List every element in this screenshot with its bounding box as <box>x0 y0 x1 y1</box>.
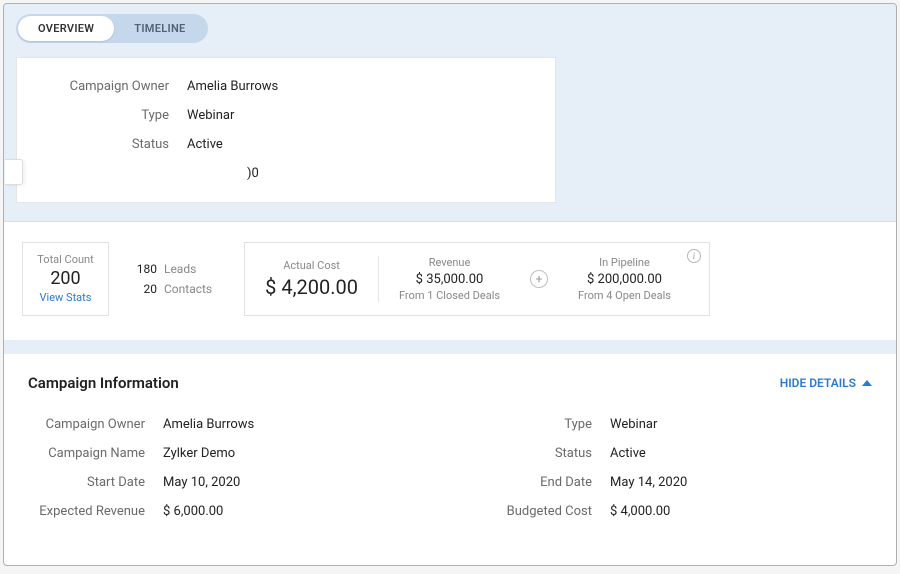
tab-bar: OVERVIEW TIMELINE <box>16 14 208 43</box>
total-count-value: 200 <box>37 268 94 289</box>
plus-icon: + <box>530 270 548 288</box>
actual-cost-value: $ 4,200.00 <box>265 275 358 299</box>
revenue-sub: From 1 Closed Deals <box>399 289 500 302</box>
leads-contacts-box: 180 Leads 20 Contacts <box>123 242 220 316</box>
total-count-box: Total Count 200 View Stats <box>22 242 109 316</box>
summary-status-value: Active <box>187 137 223 152</box>
revenue-label: Revenue <box>399 256 500 269</box>
summary-extra-value: )0 <box>187 166 259 181</box>
info-exprev-label: Expected Revenue <box>28 504 163 519</box>
revenue-value: $ 35,000.00 <box>399 272 500 287</box>
summary-card: Campaign Owner Amelia Burrows Type Webin… <box>16 57 556 203</box>
info-owner-value: Amelia Burrows <box>163 417 254 432</box>
info-type-value: Webinar <box>610 417 657 432</box>
total-count-label: Total Count <box>37 253 94 266</box>
leads-count: 180 <box>131 262 157 276</box>
info-icon[interactable]: i <box>687 249 701 263</box>
info-name-value: Zylker Demo <box>163 446 235 461</box>
info-budget-label: Budgeted Cost <box>450 504 610 519</box>
summary-type-label: Type <box>17 108 187 123</box>
info-type-label: Type <box>450 417 610 432</box>
summary-status-label: Status <box>17 137 187 152</box>
info-name-label: Campaign Name <box>28 446 163 461</box>
pipeline-value: $ 200,000.00 <box>578 272 671 287</box>
left-edge-tab[interactable] <box>5 159 23 185</box>
chevron-up-icon <box>862 380 872 386</box>
section-title: Campaign Information <box>28 374 179 392</box>
gap-band <box>4 340 896 354</box>
tab-overview[interactable]: OVERVIEW <box>18 16 114 41</box>
info-status-label: Status <box>450 446 610 461</box>
contacts-label: Contacts <box>164 282 212 296</box>
info-exprev-value: $ 6,000.00 <box>163 504 223 519</box>
tab-timeline[interactable]: TIMELINE <box>114 16 205 41</box>
pipeline-label: In Pipeline <box>578 256 671 269</box>
info-status-value: Active <box>610 446 646 461</box>
pipeline-sub: From 4 Open Deals <box>578 289 671 302</box>
actual-cost-label: Actual Cost <box>265 259 358 272</box>
contacts-count: 20 <box>131 282 157 296</box>
info-budget-value: $ 4,000.00 <box>610 504 670 519</box>
view-stats-link[interactable]: View Stats <box>37 291 94 304</box>
summary-type-value: Webinar <box>187 108 234 123</box>
hide-details-label: HIDE DETAILS <box>780 376 856 390</box>
summary-extra-label <box>17 166 187 181</box>
metrics-area: Total Count 200 View Stats 180 Leads 20 … <box>4 221 896 340</box>
summary-owner-value: Amelia Burrows <box>187 79 278 94</box>
leads-label: Leads <box>164 262 196 276</box>
stats-group: Actual Cost $ 4,200.00 Revenue $ 35,000.… <box>244 242 710 316</box>
info-owner-label: Campaign Owner <box>28 417 163 432</box>
summary-owner-label: Campaign Owner <box>17 79 187 94</box>
campaign-info-section: Campaign Information HIDE DETAILS Campai… <box>4 354 896 546</box>
info-start-value: May 10, 2020 <box>163 475 240 490</box>
info-end-label: End Date <box>450 475 610 490</box>
info-start-label: Start Date <box>28 475 163 490</box>
info-end-value: May 14, 2020 <box>610 475 687 490</box>
hide-details-toggle[interactable]: HIDE DETAILS <box>780 376 872 390</box>
header-area: OVERVIEW TIMELINE Campaign Owner Amelia … <box>4 4 896 221</box>
